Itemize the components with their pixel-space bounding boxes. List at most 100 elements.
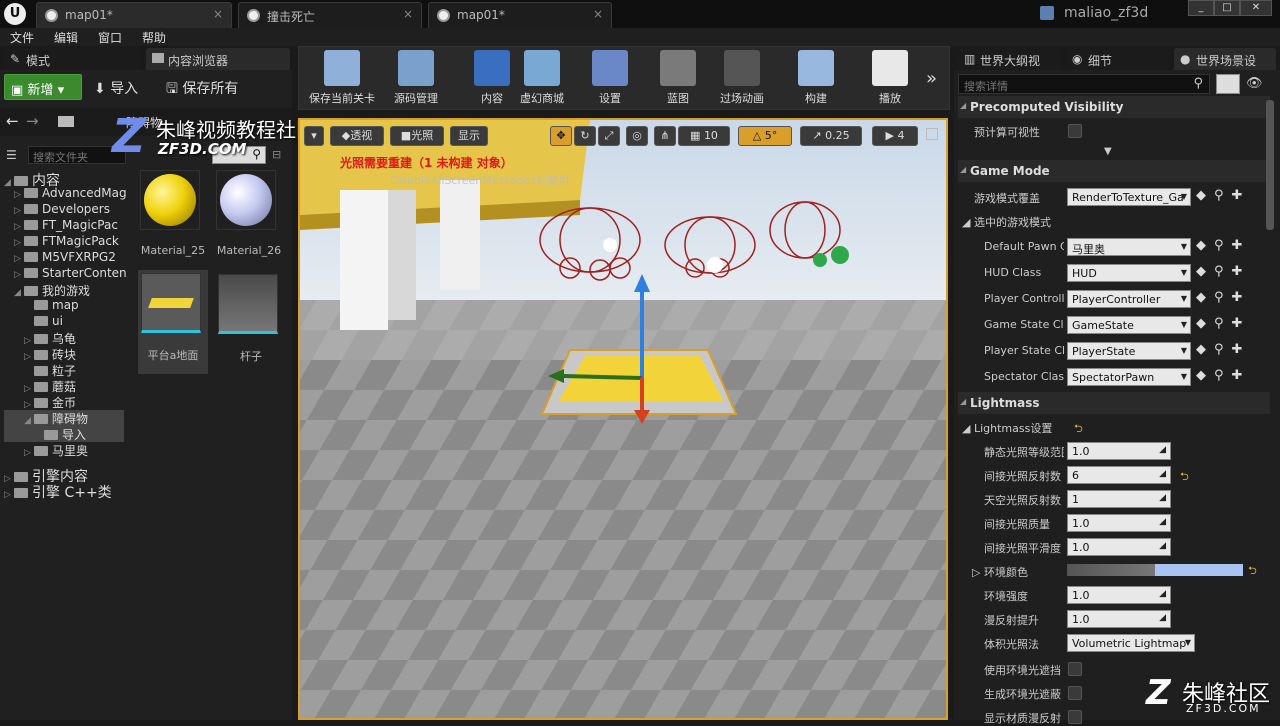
lm-prop-input[interactable]: 1.0 — [1067, 586, 1171, 604]
minimize-icon[interactable]: _ — [1188, 0, 1214, 16]
toolbar-save-button[interactable]: 保存当前关卡 — [302, 50, 382, 108]
translate-mode-icon[interactable]: ✥ — [550, 126, 572, 146]
lm-checkbox[interactable] — [1068, 662, 1082, 676]
property-matrix-icon[interactable] — [1216, 74, 1240, 94]
gm-prop-dropdown[interactable]: PlayerState — [1067, 342, 1191, 360]
volumetric-lighting-dropdown[interactable]: Volumetric Lightmap — [1067, 634, 1195, 652]
tab-world-settings[interactable]: ● 世界场景设 — [1174, 48, 1276, 70]
lm-prop-input[interactable]: 1.0 — [1067, 514, 1171, 532]
reset-to-default-icon[interactable]: ⮌ — [1180, 468, 1189, 487]
close-icon[interactable]: × — [593, 7, 603, 21]
tree-item[interactable]: ▷ 砖块 — [4, 346, 124, 362]
tree-item[interactable]: ◢ 内容 — [4, 170, 124, 189]
details-scrollbar[interactable] — [1266, 100, 1274, 230]
lm-prop-input[interactable]: 1.0 — [1067, 442, 1171, 460]
import-button[interactable]: ⬇ 导入 — [94, 78, 138, 98]
tree-item[interactable]: ▷ FTMagicPack — [4, 234, 124, 250]
tree-item[interactable]: ▷ 引擎内容 — [4, 466, 124, 485]
gm-prop-dropdown[interactable]: 马里奥 — [1067, 238, 1191, 256]
tree-item[interactable]: 粒子 — [4, 362, 124, 378]
menu-window[interactable]: 窗口 — [98, 29, 122, 46]
lm-prop-input[interactable]: 1 — [1067, 490, 1171, 508]
tree-item[interactable]: ▷ AdvancedMag — [4, 186, 127, 202]
gm-prop-dropdown[interactable]: GameState — [1067, 316, 1191, 334]
tree-item[interactable]: ▷ 乌龟 — [4, 330, 124, 346]
tree-item[interactable]: ▷ FT_MagicPac — [4, 218, 124, 234]
forward-icon[interactable]: → — [26, 112, 39, 130]
toolbar-play-button[interactable]: 播放 — [860, 50, 920, 108]
close-icon[interactable]: × — [213, 7, 223, 21]
close-window-icon[interactable]: ✕ — [1240, 0, 1272, 16]
tree-item[interactable]: ▷ StarterConten — [4, 266, 127, 282]
doc-tab-map01-b[interactable]: map01* × — [428, 2, 612, 28]
save-all-button[interactable]: 🖫 保存所有 — [166, 78, 238, 102]
save-search-icon[interactable]: ⊟ — [272, 148, 281, 161]
menu-edit[interactable]: 编辑 — [54, 29, 78, 46]
tab-details[interactable]: ◉ 细节 — [1066, 48, 1168, 70]
gm-prop-dropdown[interactable]: HUD — [1067, 264, 1191, 282]
toolbar-cinematics-button[interactable]: 过场动画 — [712, 50, 772, 108]
tree-item[interactable]: map — [4, 298, 124, 314]
menu-file[interactable]: 文件 — [10, 29, 34, 46]
tree-item[interactable]: ▷ M5VFXRPG2 — [4, 250, 124, 266]
precomputed-visibility-checkbox[interactable] — [1068, 124, 1082, 138]
asset-material-26[interactable]: Material_26 — [216, 170, 282, 257]
tree-item[interactable]: ▷ 蘑菇 — [4, 378, 124, 394]
tree-item[interactable]: ▷ 马里奥 — [4, 442, 124, 458]
reset-to-default-icon[interactable]: ⮌ — [1074, 420, 1083, 439]
show-flags-button[interactable]: 显示 — [450, 126, 488, 146]
gm-prop-actions[interactable]: ◆⚲✚ — [1196, 342, 1250, 357]
sources-panel-icon[interactable]: ☰ — [6, 148, 24, 162]
details-search-input[interactable]: 搜索详情 ⚲ — [958, 74, 1210, 94]
tab-modes[interactable]: ✎ 模式 — [4, 48, 140, 70]
cat-lightmass[interactable]: Lightmass — [958, 392, 1270, 414]
back-icon[interactable]: ← — [6, 112, 19, 130]
grid-snap-button[interactable]: ▦ 10 — [678, 126, 730, 146]
rotation-snap-button[interactable]: △ 5° — [738, 126, 792, 146]
reset-to-default-icon[interactable]: ⮌ — [1248, 562, 1257, 581]
tab-content-browser[interactable]: 内容浏览器 — [146, 48, 290, 70]
gm-prop-actions[interactable]: ◆⚲✚ — [1196, 238, 1250, 253]
tree-item[interactable]: ▷ Developers — [4, 202, 124, 218]
tree-item[interactable]: ▷ 金币 — [4, 394, 124, 410]
toolbar-source-control-button[interactable]: 源码管理 — [386, 50, 446, 108]
asset-material-25[interactable]: Material_25 — [140, 170, 206, 257]
scale-snap-button[interactable]: ↗ 0.25 — [800, 126, 862, 146]
maximize-viewport-icon[interactable] — [926, 128, 938, 140]
doc-tab-map01[interactable]: map01* × — [36, 2, 232, 28]
camera-speed-button[interactable]: ▶ 4 — [872, 126, 918, 146]
viewport-options-icon[interactable]: ▾ — [304, 126, 324, 146]
gm-prop-actions[interactable]: ◆⚲✚ — [1196, 368, 1250, 383]
lm-checkbox[interactable] — [1068, 710, 1082, 724]
tree-item[interactable]: ▷ 引擎 C++类 — [4, 482, 124, 501]
close-icon[interactable]: × — [403, 7, 413, 21]
view-options-eye-icon[interactable]: 👁 — [1246, 76, 1263, 91]
toolbar-settings-button[interactable]: 设置 — [580, 50, 640, 108]
selected-gamemode-label[interactable]: ◢ 选中的游戏模式 — [962, 214, 1102, 230]
maximize-icon[interactable]: □ — [1214, 0, 1240, 16]
scale-mode-icon[interactable]: ⤢ — [598, 126, 620, 146]
cat-precomputed-visibility[interactable]: Precomputed Visibility — [958, 96, 1270, 118]
lm-prop-input[interactable]: 1.0 — [1067, 538, 1171, 556]
level-viewport[interactable]: ▾ ◆透视 ■光照 显示 ✥ ↻ ⤢ ◎ ⋔ ▦ 10 △ 5° ↗ 0.25 … — [298, 118, 948, 720]
asset-platform[interactable]: 平台a地面 — [138, 270, 208, 374]
gm-prop-dropdown[interactable]: SpectatorPawn — [1067, 368, 1191, 386]
gm-prop-dropdown[interactable]: PlayerController — [1067, 290, 1191, 308]
gm-prop-actions[interactable]: ◆⚲✚ — [1196, 264, 1250, 279]
tree-item[interactable]: ◢ 我的游戏 — [4, 282, 124, 298]
toolbar-build-button[interactable]: 构建 — [786, 50, 846, 108]
advanced-expander-icon[interactable]: ▼ — [1104, 146, 1112, 157]
world-space-icon[interactable]: ◎ — [626, 126, 648, 146]
lightmass-settings-label[interactable]: ◢ Lightmass设置 — [962, 420, 1062, 436]
tree-item[interactable]: ui — [4, 314, 124, 330]
gamemode-override-dropdown[interactable]: RenderToTexture_Ga — [1067, 188, 1191, 206]
gm-prop-actions[interactable]: ◆⚲✚ — [1196, 316, 1250, 331]
tree-item[interactable]: ◢ 障碍物 — [4, 410, 124, 426]
toolbar-overflow-icon[interactable]: » — [926, 68, 937, 89]
lighting-mode-button[interactable]: ■光照 — [390, 126, 444, 146]
rotate-mode-icon[interactable]: ↻ — [574, 126, 596, 146]
tab-world-outliner[interactable]: ▥ 世界大纲视 — [958, 48, 1060, 70]
toolbar-blueprint-button[interactable]: 蓝图 — [648, 50, 708, 108]
doc-tab-blueprint[interactable]: 撞击死亡 × — [238, 2, 422, 28]
gm-prop-actions[interactable]: ◆⚲✚ — [1196, 290, 1250, 305]
